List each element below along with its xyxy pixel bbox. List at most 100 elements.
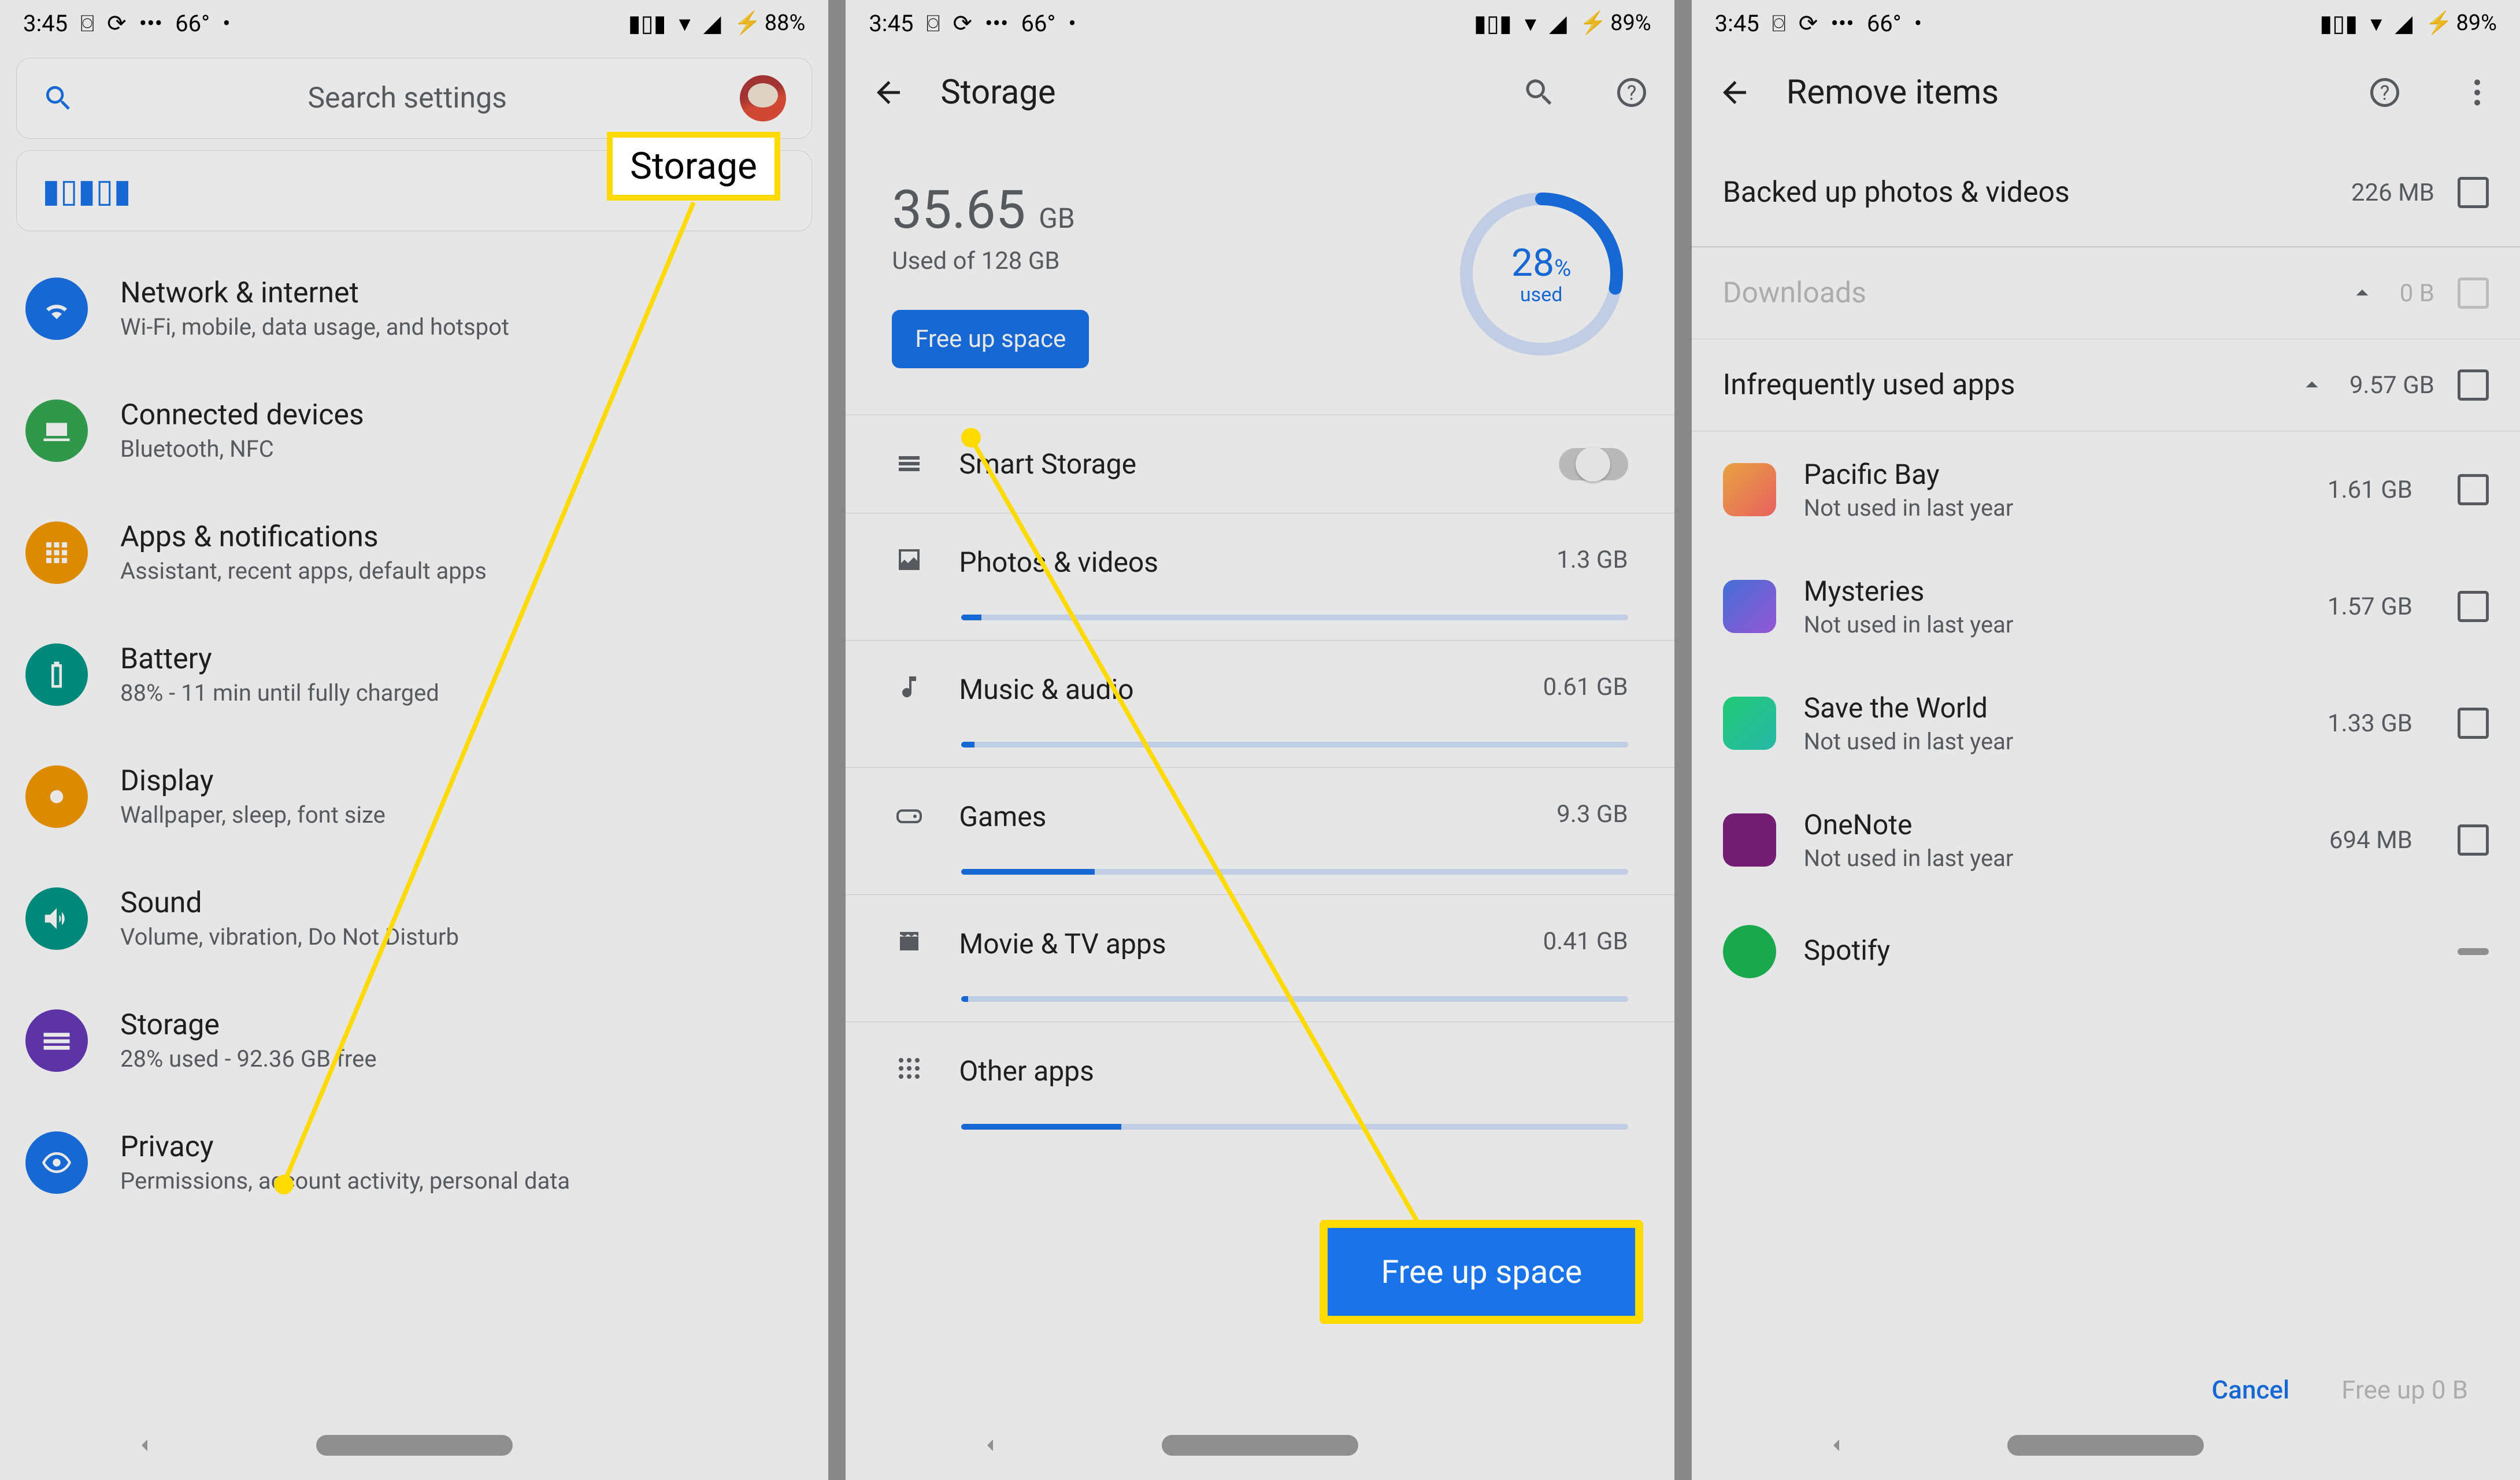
app-name: Mysteries bbox=[1804, 575, 2300, 608]
page-title: Storage bbox=[940, 73, 1487, 112]
chevron-up-icon[interactable] bbox=[2297, 371, 2326, 399]
free-up-space-button-big[interactable]: Free up space bbox=[1320, 1220, 1643, 1324]
free-up-space-button-small[interactable]: Free up space bbox=[892, 310, 1089, 368]
status-bar: 3:45 ⌼ ⟳ ••• 66° • ▮▯▮ ▾ ◢ ⚡88% bbox=[0, 0, 828, 46]
section-label: Downloads bbox=[1723, 276, 2325, 310]
app-icon bbox=[1723, 813, 1776, 867]
overflow-icon[interactable] bbox=[2460, 75, 2495, 110]
app-size: 1.57 GB bbox=[2328, 593, 2412, 621]
svg-text:?: ? bbox=[1626, 82, 1636, 105]
remove-section-0[interactable]: Backed up photos & videos 226 MB bbox=[1692, 139, 2520, 247]
home-pill[interactable] bbox=[1162, 1435, 1358, 1456]
app-row-1[interactable]: Mysteries Not used in last year 1.57 GB bbox=[1692, 548, 2520, 665]
music-icon bbox=[892, 669, 927, 704]
back-icon[interactable] bbox=[979, 1434, 1002, 1457]
row-subtitle: Assistant, recent apps, default apps bbox=[120, 557, 487, 584]
search-icon[interactable] bbox=[1522, 75, 1557, 110]
brightness-icon bbox=[25, 765, 88, 828]
row-title: Apps & notifications bbox=[120, 520, 487, 554]
storage-summary: 35.65 GB Used of 128 GB Free up space 28… bbox=[846, 139, 1674, 415]
remove-section-1[interactable]: Downloads 0 B bbox=[1692, 247, 2520, 339]
vibrate-icon: ▮▯▮▯▮ bbox=[42, 172, 131, 210]
back-icon[interactable] bbox=[871, 75, 906, 110]
row-subtitle: Bluetooth, NFC bbox=[120, 435, 364, 462]
row-title: Privacy bbox=[120, 1130, 570, 1164]
app-row-3[interactable]: OneNote Not used in last year 694 MB bbox=[1692, 782, 2520, 898]
app-name: OneNote bbox=[1804, 808, 2302, 841]
app-sub: Not used in last year bbox=[1804, 728, 2300, 755]
row-subtitle: 28% used - 92.36 GB free bbox=[120, 1045, 377, 1072]
battery-icon bbox=[25, 643, 88, 706]
privacy-icon bbox=[25, 1131, 88, 1194]
app-checkbox[interactable] bbox=[2458, 474, 2489, 505]
battery-status: ⚡88% bbox=[733, 10, 805, 36]
settings-row-storage[interactable]: Storage 28% used - 92.36 GB free bbox=[0, 979, 828, 1101]
storage-row-other[interactable]: Other apps bbox=[846, 1022, 1674, 1149]
app-size: 1.61 GB bbox=[2328, 476, 2412, 504]
app-name: Save the World bbox=[1804, 691, 2300, 724]
gesture-nav[interactable] bbox=[1692, 1411, 2520, 1480]
app-bar: Remove items ? bbox=[1692, 46, 2520, 139]
settings-row-battery[interactable]: Battery 88% - 11 min until fully charged bbox=[0, 613, 828, 735]
usage-bar bbox=[961, 869, 1628, 875]
row-title: Connected devices bbox=[120, 398, 364, 432]
storage-icon bbox=[25, 1009, 88, 1072]
section-label: Infrequently used apps bbox=[1723, 368, 2274, 402]
row-value: 1.3 GB bbox=[1557, 546, 1628, 574]
storage-row-movie[interactable]: Movie & TV apps 0.41 GB bbox=[846, 895, 1674, 1022]
app-checkbox[interactable] bbox=[2458, 591, 2489, 622]
storage-row-photo[interactable]: Photos & videos 1.3 GB bbox=[846, 513, 1674, 641]
app-icon bbox=[1723, 580, 1776, 633]
back-icon[interactable] bbox=[133, 1434, 156, 1457]
row-value: 0.61 GB bbox=[1543, 673, 1628, 701]
home-pill[interactable] bbox=[2007, 1435, 2204, 1456]
section-checkbox[interactable] bbox=[2458, 278, 2489, 309]
remove-section-2[interactable]: Infrequently used apps 9.57 GB bbox=[1692, 339, 2520, 431]
section-checkbox[interactable] bbox=[2458, 177, 2489, 208]
free-up-button[interactable]: Free up 0 B bbox=[2341, 1375, 2468, 1405]
settings-row-apps[interactable]: Apps & notifications Assistant, recent a… bbox=[0, 491, 828, 613]
row-label: Music & audio bbox=[959, 673, 1510, 706]
more-icon: ••• bbox=[139, 10, 163, 37]
app-checkbox[interactable] bbox=[2458, 824, 2489, 856]
storage-row-game[interactable]: Games 9.3 GB bbox=[846, 768, 1674, 895]
clock: 3:45 bbox=[23, 10, 68, 37]
cancel-button[interactable]: Cancel bbox=[2212, 1375, 2290, 1405]
usage-bar bbox=[961, 996, 1628, 1002]
row-subtitle: Wi-Fi, mobile, data usage, and hotspot bbox=[120, 313, 509, 341]
action-bar: Cancel Free up 0 B bbox=[1692, 1375, 2520, 1405]
settings-row-devices[interactable]: Connected devices Bluetooth, NFC bbox=[0, 369, 828, 491]
app-row-4[interactable]: Spotify bbox=[1692, 898, 2520, 1005]
clock: 3:45 bbox=[1715, 10, 1759, 37]
row-label: Games bbox=[959, 800, 1524, 833]
sync-icon: ⟳ bbox=[107, 10, 127, 37]
settings-row-brightness[interactable]: Display Wallpaper, sleep, font size bbox=[0, 735, 828, 857]
profile-avatar[interactable] bbox=[740, 75, 786, 121]
help-icon[interactable]: ? bbox=[2367, 75, 2402, 110]
home-pill[interactable] bbox=[316, 1435, 513, 1456]
search-settings[interactable]: Search settings bbox=[16, 58, 812, 139]
settings-row-wifi[interactable]: Network & internet Wi-Fi, mobile, data u… bbox=[0, 247, 828, 369]
app-row-0[interactable]: Pacific Bay Not used in last year 1.61 G… bbox=[1692, 431, 2520, 548]
section-value: 9.57 GB bbox=[2349, 371, 2434, 399]
smart-storage-toggle[interactable] bbox=[1559, 448, 1628, 480]
vibrate-icon: ▮▯▮ bbox=[628, 10, 666, 37]
chevron-up-icon[interactable] bbox=[2348, 279, 2377, 308]
row-label: Movie & TV apps bbox=[959, 927, 1510, 960]
storage-row-music[interactable]: Music & audio 0.61 GB bbox=[846, 641, 1674, 768]
settings-row-privacy[interactable]: Privacy Permissions, account activity, p… bbox=[0, 1101, 828, 1223]
gesture-nav[interactable] bbox=[846, 1411, 1674, 1480]
row-title: Sound bbox=[120, 886, 459, 920]
app-size: 1.33 GB bbox=[2328, 709, 2412, 738]
app-row-2[interactable]: Save the World Not used in last year 1.3… bbox=[1692, 665, 2520, 782]
gesture-nav[interactable] bbox=[0, 1411, 828, 1480]
back-icon[interactable] bbox=[1717, 75, 1752, 110]
app-name: Spotify bbox=[1804, 934, 2385, 967]
app-sub: Not used in last year bbox=[1804, 845, 2302, 872]
section-checkbox[interactable] bbox=[2458, 369, 2489, 401]
settings-row-volume[interactable]: Sound Volume, vibration, Do Not Disturb bbox=[0, 857, 828, 979]
app-checkbox[interactable] bbox=[2458, 708, 2489, 739]
callout-storage-tag: Storage bbox=[607, 132, 780, 201]
help-icon[interactable]: ? bbox=[1614, 75, 1649, 110]
back-icon[interactable] bbox=[1825, 1434, 1848, 1457]
